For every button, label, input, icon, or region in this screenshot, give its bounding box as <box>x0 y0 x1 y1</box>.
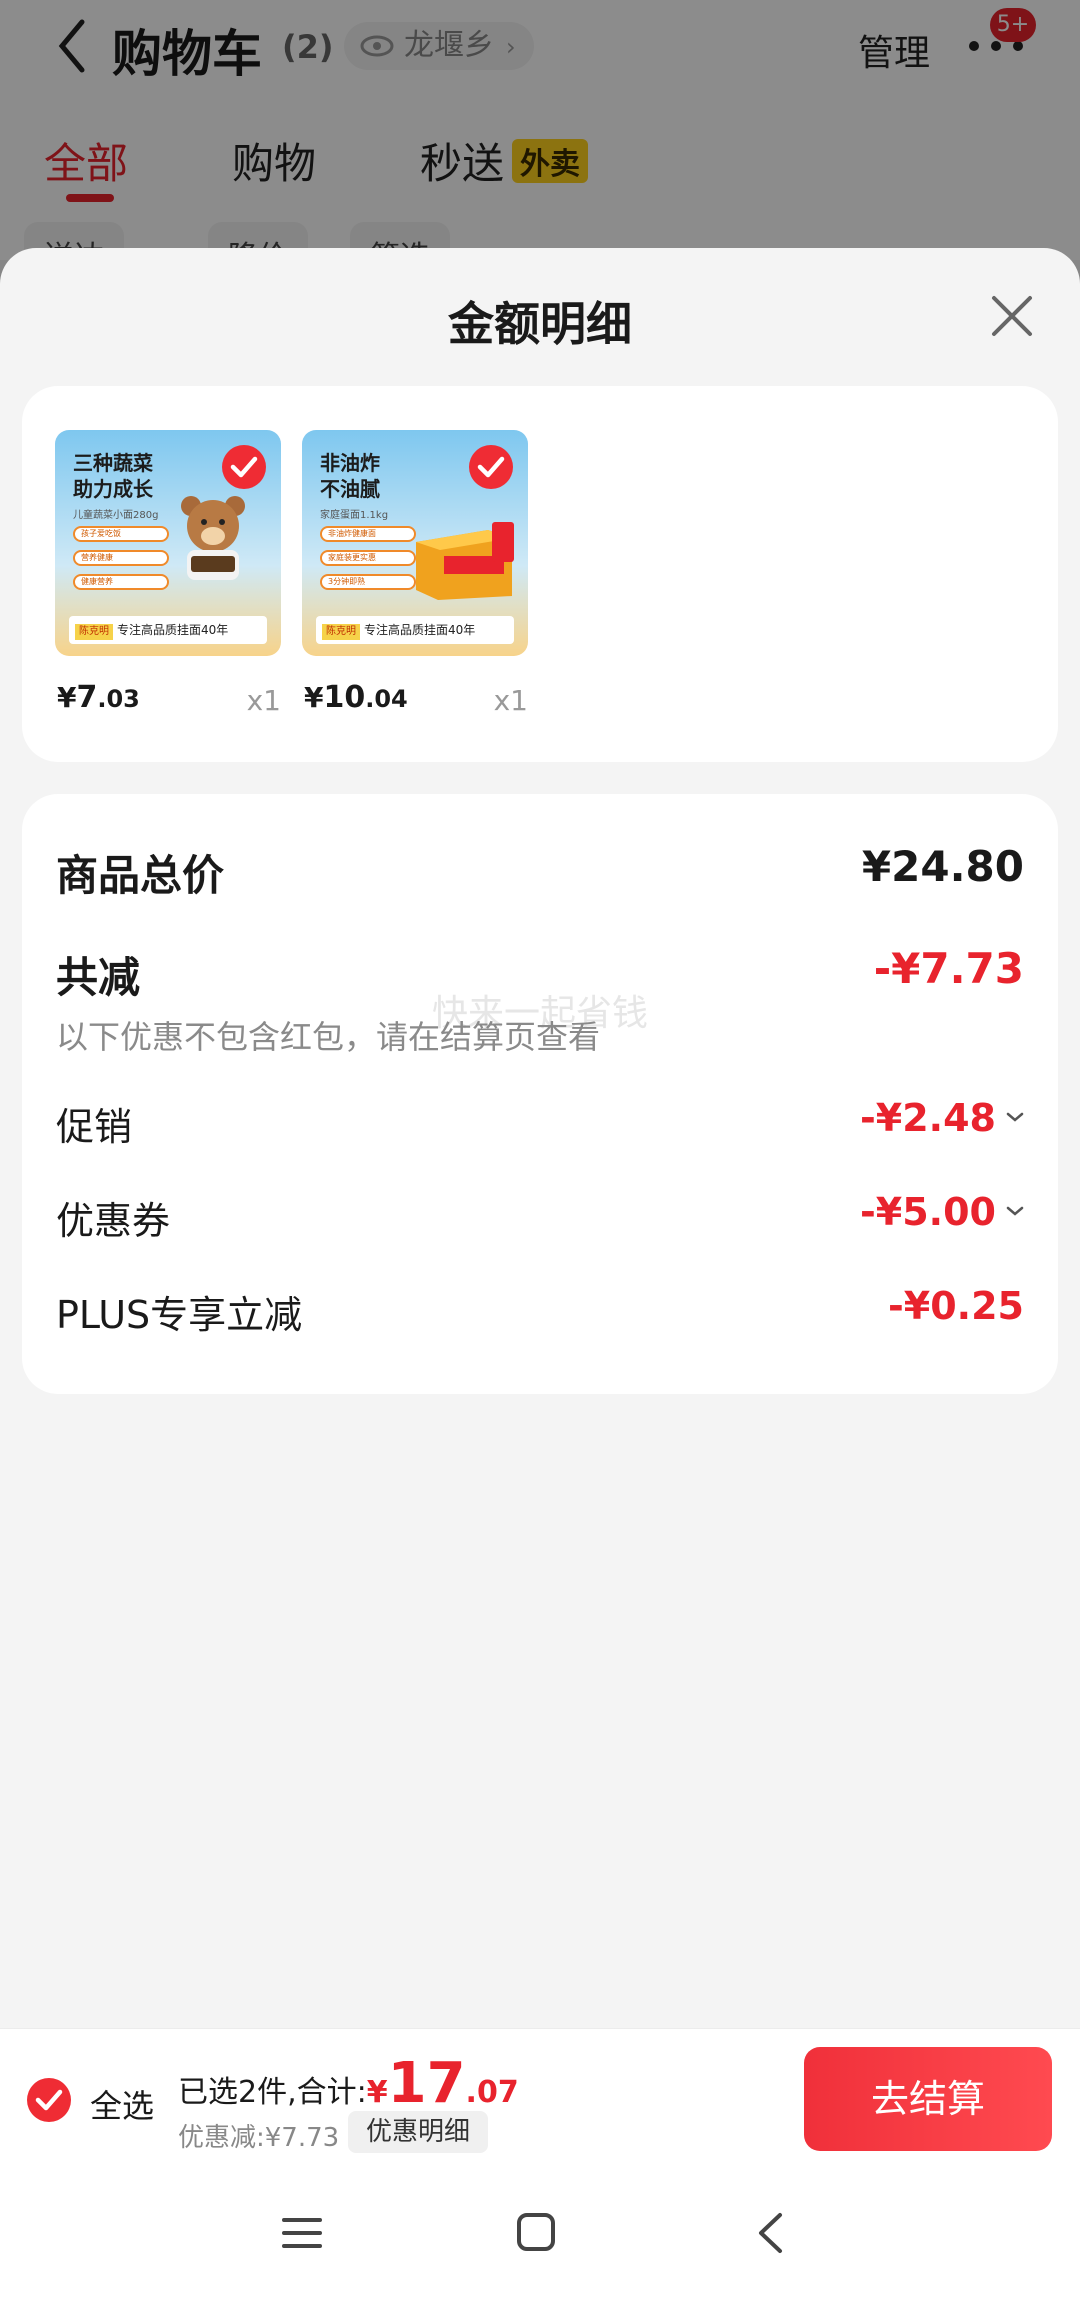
selected-count-text: 已选2件,合计: <box>178 2075 367 2110</box>
thumb-bullets: 非油炸健康面 家庭装更实惠 3分钟即熟 <box>320 526 416 598</box>
amount-detail-sheet: 金额明细 三种蔬菜 助力成长 儿童蔬菜小面280g 孩子爱吃饭 营养健康 健康营… <box>0 248 1080 2028</box>
select-all-label[interactable]: 全选 <box>90 2081 154 2127</box>
thumb-title: 三种蔬菜 助力成长 <box>73 451 153 501</box>
thumb-bullet: 3分钟即熟 <box>320 574 416 590</box>
selected-total: 已选2件,合计:¥17.07 <box>178 2051 519 2116</box>
thumb-footer-text: 专注高品质挂面40年 <box>117 623 229 637</box>
total-price-value: ¥24.80 <box>861 842 1024 891</box>
home-square-icon[interactable] <box>516 2212 556 2252</box>
total-integer: 17 <box>387 2051 466 2116</box>
thumb-brand: 陈克明 <box>75 624 113 640</box>
noodle-box-icon <box>416 522 514 600</box>
thumb-bullet: 非油炸健康面 <box>320 526 416 542</box>
check-circle-icon[interactable] <box>468 444 514 490</box>
check-circle-icon[interactable] <box>221 444 267 490</box>
product-card: 三种蔬菜 助力成长 儿童蔬菜小面280g 孩子爱吃饭 营养健康 健康营养 陈克明… <box>22 386 1058 762</box>
product-item[interactable]: 非油炸 不油腻 家庭蛋面1.1kg 非油炸健康面 家庭装更实惠 3分钟即熟 陈克… <box>302 430 528 730</box>
currency-symbol: ¥ <box>304 681 324 714</box>
price-decimal: .03 <box>97 685 140 713</box>
discount-detail-button[interactable]: 优惠明细 <box>348 2111 489 2153</box>
price-decimal: .04 <box>365 685 408 713</box>
plus-discount-label: PLUS专享立减 <box>56 1293 303 1337</box>
thumb-subtitle: 儿童蔬菜小面280g <box>73 510 159 521</box>
thumb-subtitle: 家庭蛋面1.1kg <box>320 510 389 521</box>
promo-value: -¥2.48 <box>860 1096 996 1140</box>
product-quantity: x1 <box>246 684 281 717</box>
thumb-bullet: 营养健康 <box>73 550 169 566</box>
chevron-down-icon[interactable] <box>1006 1205 1024 1217</box>
product-image: 非油炸 不油腻 家庭蛋面1.1kg 非油炸健康面 家庭装更实惠 3分钟即熟 陈克… <box>302 430 528 656</box>
thumb-footer: 陈克明 专注高品质挂面40年 <box>316 616 514 644</box>
check-circle-icon[interactable] <box>26 2077 72 2123</box>
thumb-footer: 陈克明 专注高品质挂面40年 <box>69 616 267 644</box>
total-reduction-value: -¥7.73 <box>873 944 1024 993</box>
total-decimal: .07 <box>465 2075 519 2110</box>
promo-value-group: -¥2.48 <box>860 1096 1024 1140</box>
thumb-title: 非油炸 不油腻 <box>320 451 380 501</box>
promo-label: 促销 <box>56 1105 133 1149</box>
currency-symbol: ¥ <box>57 681 77 714</box>
nav-back-icon[interactable] <box>756 2212 784 2254</box>
thumb-brand: 陈克明 <box>322 624 360 640</box>
plus-discount-value: -¥0.25 <box>888 1284 1024 1328</box>
total-currency: ¥ <box>366 2075 388 2110</box>
bear-mascot-icon <box>181 496 245 580</box>
thumb-footer-text: 专注高品质挂面40年 <box>364 623 476 637</box>
menu-icon[interactable] <box>282 2216 322 2250</box>
sheet-title: 金额明细 <box>448 297 632 351</box>
total-price-label: 商品总价 <box>56 851 225 900</box>
checkout-bar: 全选 已选2件,合计:¥17.07 优惠减:¥7.73 优惠明细 去结算 <box>0 2028 1080 2166</box>
thumb-bullet: 孩子爱吃饭 <box>73 526 169 542</box>
thumb-bullet: 健康营养 <box>73 574 169 590</box>
discount-summary: 优惠减:¥7.73 <box>178 2123 340 2153</box>
system-nav-bar <box>0 2166 1080 2299</box>
chevron-down-icon[interactable] <box>1006 1111 1024 1123</box>
coupon-value-group: -¥5.00 <box>860 1190 1024 1234</box>
product-price: ¥7.03 <box>57 680 140 715</box>
close-icon[interactable] <box>988 292 1036 340</box>
total-reduction-label: 共减 <box>56 953 141 1002</box>
checkout-button[interactable]: 去结算 <box>804 2047 1052 2151</box>
product-item[interactable]: 三种蔬菜 助力成长 儿童蔬菜小面280g 孩子爱吃饭 营养健康 健康营养 陈克明… <box>55 430 281 730</box>
coupon-label: 优惠券 <box>56 1199 171 1243</box>
price-integer: 7 <box>76 680 98 715</box>
price-summary-card: 快来一起省钱 商品总价 ¥24.80 共减 -¥7.73 以下优惠不包含红包，请… <box>22 794 1058 1394</box>
product-price: ¥10.04 <box>304 680 408 715</box>
price-integer: 10 <box>323 680 366 715</box>
thumb-bullet: 家庭装更实惠 <box>320 550 416 566</box>
reduction-note: 以下优惠不包含红包，请在结算页查看 <box>56 1018 601 1056</box>
thumb-bullets: 孩子爱吃饭 营养健康 健康营养 <box>73 526 169 598</box>
product-quantity: x1 <box>493 684 528 717</box>
product-image: 三种蔬菜 助力成长 儿童蔬菜小面280g 孩子爱吃饭 营养健康 健康营养 陈克明… <box>55 430 281 656</box>
coupon-value: -¥5.00 <box>860 1190 996 1234</box>
